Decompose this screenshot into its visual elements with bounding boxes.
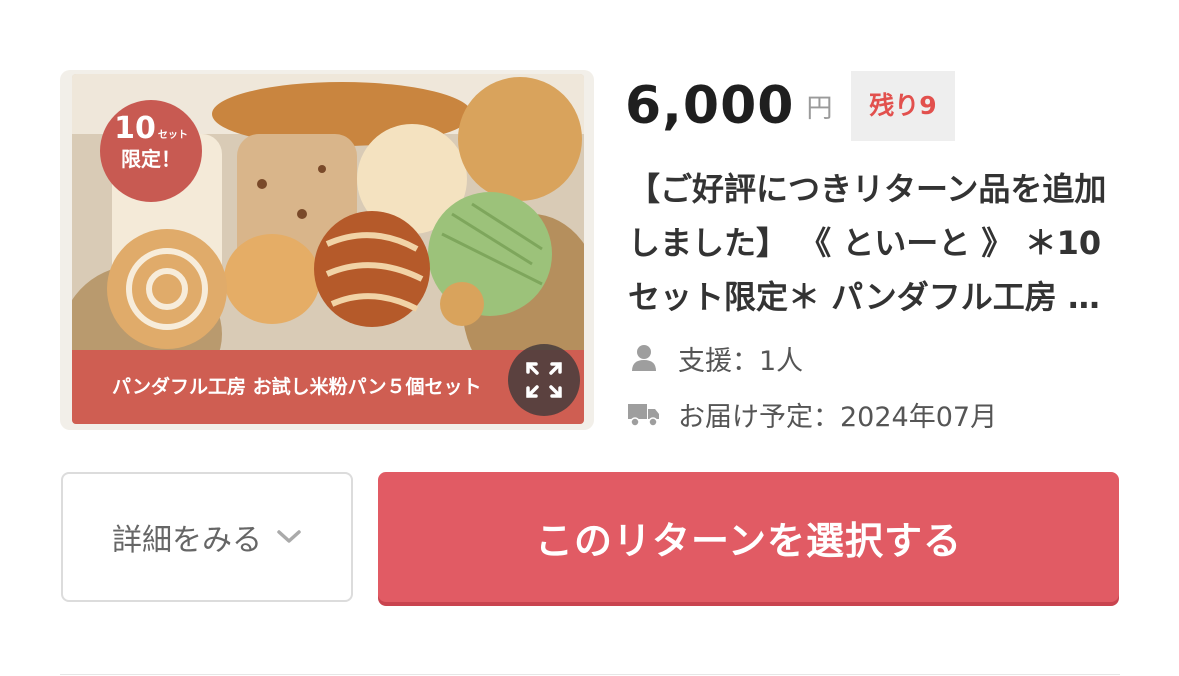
badge-unit: セット <box>157 130 188 141</box>
truck-icon <box>628 398 660 430</box>
photo-caption: パンダフル工房 お試し米粉パン５個セット <box>72 350 584 424</box>
person-icon <box>628 342 660 374</box>
reward-title: 【ご好評につきリターン品を追加しました】 《 といーと 》 ＊10セット限定＊ … <box>628 170 1107 316</box>
badge-label: 限定！ <box>121 147 181 171</box>
chevron-down-icon <box>276 529 302 545</box>
price-value: 6,000 <box>625 76 795 136</box>
expand-image-button[interactable] <box>508 344 580 416</box>
expand-icon <box>526 362 562 398</box>
view-details-label: 詳細をみる <box>112 523 262 558</box>
badge-number: 10 <box>114 111 156 146</box>
reward-photo: 10 セット 限定！ パンダフル工房 お試し米粉パン５個セット <box>72 74 584 424</box>
select-reward-button[interactable]: このリターンを選択する <box>378 472 1119 602</box>
supporters-text: 支援：1人 <box>678 345 804 377</box>
limited-badge: 10 セット 限定！ <box>100 100 202 202</box>
price: 6,000 円 <box>625 76 833 136</box>
view-details-button[interactable]: 詳細をみる <box>61 472 353 602</box>
divider <box>60 674 1120 675</box>
price-unit: 円 <box>806 94 833 124</box>
delivery-text: お届け予定：2024年07月 <box>678 401 998 433</box>
stock-badge: 残り9 <box>851 71 955 141</box>
delivery-row: お届け予定：2024年07月 <box>628 394 997 434</box>
supporters-row: 支援：1人 <box>628 338 803 378</box>
